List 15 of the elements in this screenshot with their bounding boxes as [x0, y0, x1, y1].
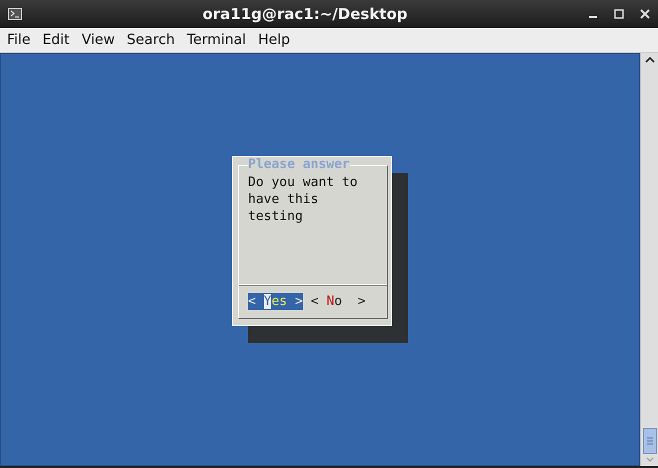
scrollbar[interactable] [640, 53, 658, 466]
menu-item[interactable]: File [2, 32, 36, 48]
dialog-button[interactable]: < No > [310, 293, 366, 310]
dialog-message: Do you want to have this testing [248, 174, 358, 225]
dialog-button[interactable]: < Yes > [248, 293, 303, 310]
menu-item[interactable]: View [76, 32, 120, 48]
menu-item[interactable]: Edit [37, 32, 75, 48]
menu-item[interactable]: Search [122, 32, 180, 48]
maximize-icon[interactable] [614, 9, 624, 19]
terminal-icon [8, 8, 22, 20]
menu-item[interactable]: Help [253, 32, 295, 48]
scroll-thumb[interactable] [642, 428, 656, 454]
close-icon[interactable] [640, 9, 650, 19]
window-title: ora11g@rac1:~/Desktop [201, 5, 409, 23]
menu-item[interactable]: Terminal [182, 32, 252, 48]
